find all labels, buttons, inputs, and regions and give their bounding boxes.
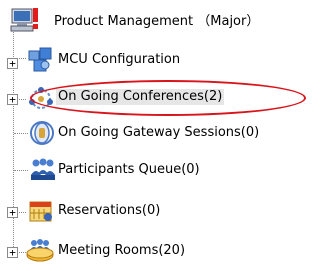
mcu-config-icon xyxy=(26,46,54,74)
tree-item-label: Reservations(0) xyxy=(58,203,161,218)
gateway-icon xyxy=(28,119,56,147)
tree-item-participants-queue[interactable]: Participants Queue(0) xyxy=(0,154,336,184)
tree-item-reservations[interactable]: + Reservations(0) xyxy=(0,196,336,226)
tree-item-label: MCU Configuration xyxy=(58,52,181,67)
expand-toggle[interactable]: + xyxy=(7,247,18,258)
tree-item-label: Participants Queue(0) xyxy=(58,162,200,177)
participants-icon xyxy=(29,155,57,183)
expand-toggle[interactable]: + xyxy=(7,207,18,218)
tree-item-on-going-conferences[interactable]: + On Going Conferences(2) xyxy=(0,85,336,115)
management-tree: Product Management （Major） + MCU Configu… xyxy=(0,0,336,271)
meeting-rooms-icon xyxy=(25,237,54,265)
tree-item-on-going-gateway-sessions[interactable]: On Going Gateway Sessions(0) xyxy=(0,118,336,148)
conferences-icon xyxy=(27,85,55,113)
reservations-icon xyxy=(27,197,55,225)
tree-item-label: On Going Conferences(2) xyxy=(56,89,225,105)
tree-root-label: Product Management （Major） xyxy=(54,14,260,29)
server-warning-icon xyxy=(10,6,38,34)
tree-item-label: On Going Gateway Sessions(0) xyxy=(58,125,260,140)
expand-toggle[interactable]: + xyxy=(7,94,18,105)
tree-item-meeting-rooms[interactable]: + Meeting Rooms(20) xyxy=(0,236,336,266)
expand-toggle[interactable]: + xyxy=(7,58,18,69)
tree-item-mcu-configuration[interactable]: + MCU Configuration xyxy=(0,44,336,74)
tree-root-product-management[interactable]: Product Management （Major） xyxy=(0,4,336,34)
tree-item-label: Meeting Rooms(20) xyxy=(58,243,186,258)
